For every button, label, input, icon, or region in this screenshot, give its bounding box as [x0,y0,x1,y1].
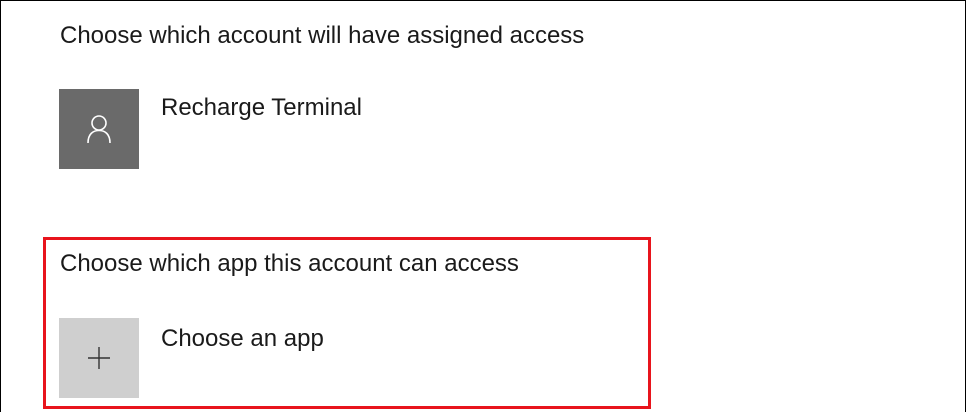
assigned-account-heading: Choose which account will have assigned … [60,22,585,49]
assigned-app-heading: Choose which app this account can access [60,250,519,277]
choose-app-button[interactable] [59,318,139,398]
account-name[interactable]: Recharge Terminal [161,93,362,123]
settings-panel: Choose which account will have assigned … [0,0,966,412]
plus-icon [88,347,110,369]
choose-app-label[interactable]: Choose an app [161,324,324,354]
person-icon [87,115,111,144]
account-avatar[interactable] [59,89,139,169]
